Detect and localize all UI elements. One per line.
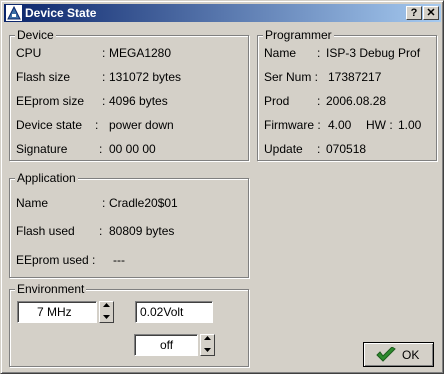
signature-value: 00 00 00: [109, 142, 156, 156]
arrow-up-icon: [204, 336, 211, 340]
frequency-increase-button[interactable]: [100, 302, 113, 310]
arrow-down-icon: [103, 315, 110, 319]
flash-size-value: 131072 bytes: [109, 70, 182, 84]
cpu-label: CPU: [16, 46, 42, 60]
application-group-title: Application: [15, 171, 78, 185]
title-bar[interactable]: Device State ? ✕: [4, 4, 441, 22]
arrow-up-icon: [103, 303, 110, 307]
device-state-value: power down: [109, 118, 174, 132]
power-increase-button[interactable]: [201, 335, 214, 343]
frequency-spinbox[interactable]: 7 MHz: [17, 301, 97, 323]
prod-label: Prod: [264, 94, 290, 108]
flash-size-separator: :: [102, 70, 106, 84]
firmware-label: Firmware :: [264, 118, 321, 132]
prod-value: 2006.08.28: [326, 94, 387, 108]
voltage-value: 0.02Volt: [140, 305, 184, 319]
environment-group-title: Environment: [15, 282, 87, 296]
app-name-value: Cradle20$01: [109, 196, 178, 210]
programmer-group-title: Programmer: [263, 28, 334, 42]
prod-separator: :: [317, 94, 321, 108]
flash-size-label: Flash size: [16, 70, 71, 84]
ser-num-value: 17387217: [328, 70, 382, 84]
hw-value: 1.00: [398, 118, 422, 132]
device-group-title: Device: [15, 28, 56, 42]
update-label: Update: [264, 142, 303, 156]
signature-separator: :: [99, 142, 103, 156]
update-value: 070518: [326, 142, 367, 156]
update-separator: :: [317, 142, 321, 156]
power-spin-buttons: [200, 334, 215, 356]
voltage-field[interactable]: 0.02Volt: [135, 301, 213, 323]
app-name-label: Name: [16, 196, 49, 210]
arrow-down-icon: [204, 348, 211, 352]
frequency-value: 7 MHz: [37, 305, 72, 319]
cpu-separator: :: [102, 46, 106, 60]
signature-label: Signature: [16, 142, 68, 156]
app-icon: [6, 5, 22, 21]
ok-label: OK: [402, 348, 420, 362]
close-button[interactable]: ✕: [423, 6, 439, 20]
eeprom-size-value: 4096 bytes: [109, 94, 168, 108]
device-state-separator: :: [95, 118, 99, 132]
flash-used-separator: :: [99, 224, 103, 238]
power-spinbox[interactable]: off: [134, 334, 198, 356]
ok-button[interactable]: OK: [363, 342, 434, 367]
frequency-spin-buttons: [99, 301, 114, 323]
cpu-value: MEGA1280: [109, 46, 172, 60]
eeprom-size-separator: :: [102, 94, 106, 108]
app-name-separator: :: [102, 196, 106, 210]
eeprom-used-label: EEprom used :: [16, 253, 96, 267]
eeprom-size-label: EEprom size: [16, 94, 85, 108]
flash-used-label: Flash used: [16, 224, 75, 238]
power-decrease-button[interactable]: [201, 347, 214, 355]
ser-num-label: Ser Num :: [264, 70, 319, 84]
hw-label: HW :: [366, 118, 393, 132]
programmer-name-label: Name: [264, 46, 297, 60]
firmware-value: 4.00: [328, 118, 352, 132]
help-button[interactable]: ?: [406, 6, 422, 20]
frequency-decrease-button[interactable]: [100, 314, 113, 322]
power-value: off: [160, 338, 174, 352]
device-state-label: Device state: [16, 118, 83, 132]
eeprom-used-value: ---: [113, 253, 125, 267]
checkmark-icon: [376, 346, 396, 366]
flash-used-value: 80809 bytes: [109, 224, 175, 238]
programmer-name-separator: :: [317, 46, 321, 60]
programmer-name-value: ISP-3 Debug Prof: [326, 46, 421, 60]
window-title: Device State: [25, 6, 97, 20]
device-state-dialog: Device State ? ✕ Device CPU : MEGA1280 F…: [0, 0, 444, 374]
